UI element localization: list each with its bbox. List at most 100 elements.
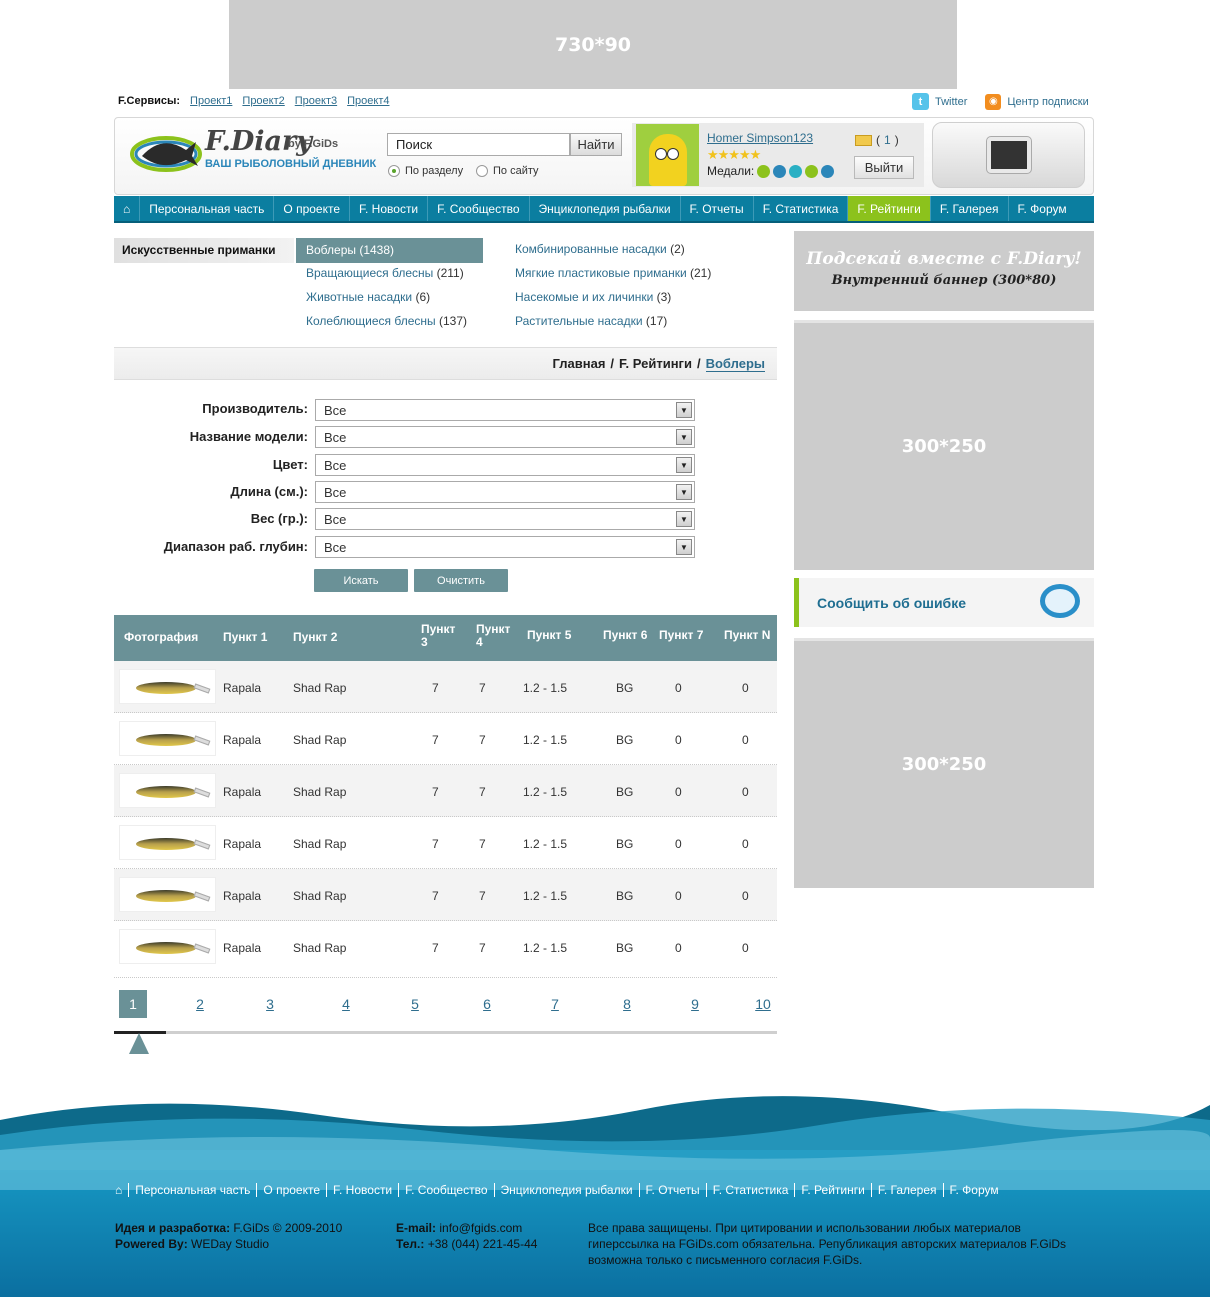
color-select[interactable]: Все ▼ bbox=[315, 454, 695, 476]
category-item[interactable]: Насекомые и их личинки (3) bbox=[515, 290, 671, 304]
chevron-down-icon[interactable]: ▼ bbox=[676, 429, 692, 445]
col-header[interactable]: Пункт 7 bbox=[659, 629, 703, 642]
subscribe-link[interactable]: Центр подписки bbox=[1007, 96, 1088, 108]
chevron-down-icon[interactable]: ▼ bbox=[676, 457, 692, 473]
lure-photo[interactable] bbox=[119, 825, 216, 860]
footer-nav-item[interactable]: F. Отчеты bbox=[638, 1183, 706, 1197]
page-link-8[interactable]: 8 bbox=[616, 990, 638, 1018]
nav-about[interactable]: О проекте bbox=[273, 196, 349, 221]
radio-unselected-icon[interactable] bbox=[476, 165, 488, 177]
report-error-link[interactable]: Сообщить об ошибке bbox=[817, 595, 966, 611]
radio-selected-icon[interactable] bbox=[388, 165, 400, 177]
medal-icon[interactable] bbox=[789, 164, 803, 178]
depth-select[interactable]: Все ▼ bbox=[315, 536, 695, 558]
category-link[interactable]: Животные насадки bbox=[306, 290, 412, 304]
twitter-link[interactable]: Twitter bbox=[935, 96, 967, 108]
chevron-down-icon[interactable]: ▼ bbox=[676, 511, 692, 527]
nav-ratings[interactable]: F. Рейтинги bbox=[847, 196, 930, 221]
inner-banner[interactable]: Подсекай вместе с F.Diary! Внутренний ба… bbox=[794, 231, 1094, 311]
col-header[interactable]: Пункт 4 bbox=[476, 623, 516, 649]
radio-by-section[interactable]: По разделу bbox=[388, 165, 463, 177]
nav-news[interactable]: F. Новости bbox=[349, 196, 427, 221]
footer-nav-item[interactable]: Персональная часть bbox=[128, 1183, 256, 1197]
powered-link[interactable]: WEDay Studio bbox=[191, 1237, 269, 1251]
page-link-3[interactable]: 3 bbox=[259, 990, 281, 1018]
col-header[interactable]: Пункт 6 bbox=[603, 629, 647, 642]
weight-select[interactable]: Все ▼ bbox=[315, 508, 695, 530]
category-link[interactable]: Комбинированные насадки bbox=[515, 242, 667, 256]
category-link[interactable]: Растительные насадки bbox=[515, 314, 643, 328]
email-value[interactable]: info@fgids.com bbox=[439, 1221, 522, 1235]
page-link-1[interactable]: 1 bbox=[119, 990, 147, 1018]
page-link-4[interactable]: 4 bbox=[335, 990, 357, 1018]
nav-community[interactable]: F. Сообщество bbox=[427, 196, 528, 221]
lure-photo[interactable] bbox=[119, 929, 216, 964]
radio-by-site[interactable]: По сайту bbox=[476, 165, 539, 177]
footer-nav-item[interactable]: F. Рейтинги bbox=[794, 1183, 870, 1197]
ad-banner-2[interactable]: 300*250 bbox=[794, 638, 1094, 888]
category-item[interactable]: Мягкие пластиковые приманки (21) bbox=[515, 266, 711, 280]
page-link-9[interactable]: 9 bbox=[684, 990, 706, 1018]
model-select[interactable]: Все ▼ bbox=[315, 426, 695, 448]
clear-filter-button[interactable]: Очистить bbox=[414, 569, 508, 592]
messages[interactable]: ( 1 ) bbox=[855, 133, 899, 147]
service-link-2[interactable]: Проект2 bbox=[242, 95, 284, 107]
table-row[interactable]: Rapala Shad Rap 7 7 1.2 - 1.5 BG 0 0 bbox=[114, 661, 777, 713]
nav-reports[interactable]: F. Отчеты bbox=[679, 196, 753, 221]
medal-icon[interactable] bbox=[805, 164, 819, 178]
medal-icon[interactable] bbox=[757, 164, 771, 178]
footer-nav-item[interactable]: F. Галерея bbox=[870, 1183, 943, 1197]
nav-gallery[interactable]: F. Галерея bbox=[929, 196, 1008, 221]
nav-encyclopedia[interactable]: Энциклопедия рыбалки bbox=[528, 196, 680, 221]
page-link-7[interactable]: 7 bbox=[544, 990, 566, 1018]
lure-photo[interactable] bbox=[119, 773, 216, 808]
medal-icon[interactable] bbox=[821, 164, 835, 178]
top-ad-banner[interactable]: 730*90 bbox=[229, 0, 957, 89]
logout-button[interactable]: Выйти bbox=[854, 156, 914, 179]
footer-home-icon[interactable]: ⌂ bbox=[115, 1183, 128, 1197]
page-link-6[interactable]: 6 bbox=[476, 990, 498, 1018]
page-link-2[interactable]: 2 bbox=[189, 990, 211, 1018]
chevron-down-icon[interactable]: ▼ bbox=[676, 484, 692, 500]
lure-photo[interactable] bbox=[119, 669, 216, 704]
footer-nav-item[interactable]: F. Статистика bbox=[705, 1183, 795, 1197]
lure-photo[interactable] bbox=[119, 721, 216, 756]
category-item[interactable]: Растительные насадки (17) bbox=[515, 314, 667, 328]
footer-nav-item[interactable]: Энциклопедия рыбалки bbox=[493, 1183, 639, 1197]
col-header[interactable]: Пункт 1 bbox=[223, 631, 267, 644]
footer-nav-item[interactable]: F. Сообщество bbox=[398, 1183, 493, 1197]
breadcrumb-home[interactable]: Главная bbox=[553, 356, 606, 371]
category-item[interactable]: Вращающиеся блесны (211) bbox=[306, 266, 464, 280]
col-header[interactable]: Пункт N bbox=[724, 629, 770, 642]
col-header[interactable]: Фотография bbox=[124, 631, 198, 644]
table-row[interactable]: Rapala Shad Rap 7 7 1.2 - 1.5 BG 0 0 bbox=[114, 713, 777, 765]
avatar[interactable] bbox=[636, 124, 699, 186]
search-filter-button[interactable]: Искать bbox=[314, 569, 408, 592]
col-header[interactable]: Пункт 5 bbox=[527, 629, 571, 642]
category-link[interactable]: Насекомые и их личинки bbox=[515, 290, 653, 304]
table-row[interactable]: Rapala Shad Rap 7 7 1.2 - 1.5 BG 0 0 bbox=[114, 869, 777, 921]
category-link[interactable]: Вращающиеся блесны bbox=[306, 266, 433, 280]
search-button[interactable]: Найти bbox=[570, 133, 622, 156]
twitter-icon[interactable]: t bbox=[912, 93, 929, 110]
category-link[interactable]: Мягкие пластиковые приманки bbox=[515, 266, 687, 280]
service-link-3[interactable]: Проект3 bbox=[295, 95, 337, 107]
category-item[interactable]: Животные насадки (6) bbox=[306, 290, 430, 304]
table-row[interactable]: Rapala Shad Rap 7 7 1.2 - 1.5 BG 0 0 bbox=[114, 921, 777, 978]
footer-nav-item[interactable]: О проекте bbox=[256, 1183, 326, 1197]
footer-nav-item[interactable]: F. Новости bbox=[326, 1183, 398, 1197]
search-input[interactable]: Поиск bbox=[387, 133, 570, 156]
report-error-box[interactable]: Сообщить об ошибке bbox=[794, 578, 1094, 627]
nav-forum[interactable]: F. Форум bbox=[1007, 196, 1076, 221]
breadcrumb-section[interactable]: F. Рейтинги bbox=[619, 356, 692, 371]
chevron-down-icon[interactable]: ▼ bbox=[676, 402, 692, 418]
length-select[interactable]: Все ▼ bbox=[315, 481, 695, 503]
page-link-10[interactable]: 10 bbox=[752, 990, 774, 1018]
medal-icon[interactable] bbox=[773, 164, 787, 178]
messages-count[interactable]: 1 bbox=[884, 133, 891, 147]
service-link-4[interactable]: Проект4 bbox=[347, 95, 389, 107]
nav-personal[interactable]: Персональная часть bbox=[139, 196, 273, 221]
footer-nav-item[interactable]: F. Форум bbox=[942, 1183, 1005, 1197]
home-icon[interactable]: ⌂ bbox=[114, 196, 139, 221]
col-header[interactable]: Пункт 2 bbox=[293, 631, 337, 644]
